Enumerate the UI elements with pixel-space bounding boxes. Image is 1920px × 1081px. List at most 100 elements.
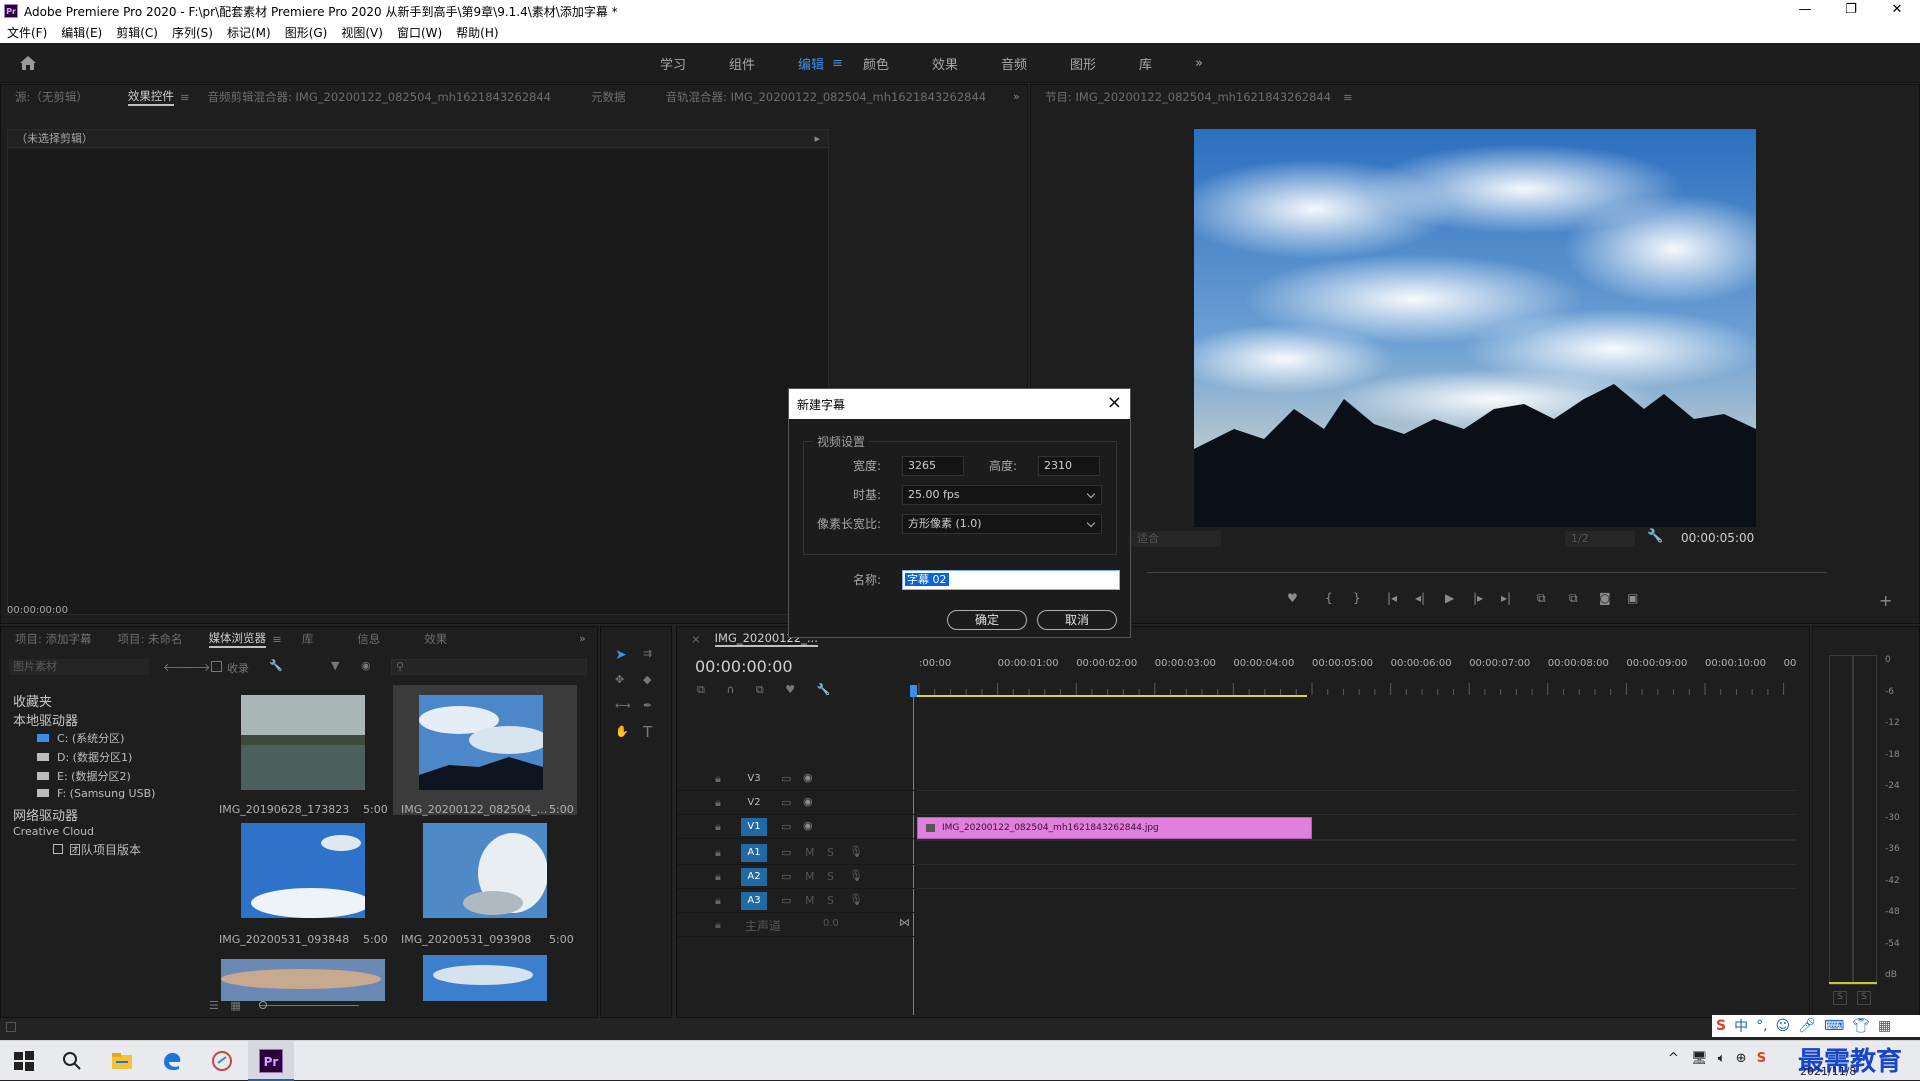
hand-tool-icon[interactable]: ✋ xyxy=(615,725,629,738)
menu-file[interactable]: 文件(F) xyxy=(0,24,54,41)
solo-right-button[interactable]: S xyxy=(1857,991,1871,1005)
extract-icon[interactable]: ⧉ xyxy=(1569,591,1578,606)
program-menu-icon[interactable]: ≡ xyxy=(1343,90,1353,104)
tray-expand-icon[interactable]: ^ xyxy=(1668,1051,1679,1066)
menu-clip[interactable]: 剪辑(C) xyxy=(109,24,165,41)
ripple-edit-tool-icon[interactable]: ✥ xyxy=(615,673,624,686)
mic-icon[interactable]: 🎙︎ xyxy=(849,845,863,858)
tree-item-drive-d[interactable]: D: (数据分区1) xyxy=(37,749,132,765)
name-input[interactable]: 字幕 02 xyxy=(902,570,1120,590)
track-name-v3[interactable]: V3 xyxy=(741,770,767,788)
paint-app-icon[interactable] xyxy=(210,1049,234,1073)
panel-menu-icon[interactable]: ≡ xyxy=(180,90,190,104)
folder-dropdown[interactable]: 图片素材 xyxy=(9,659,149,675)
workspace-menu-icon[interactable]: ≡ xyxy=(832,56,843,71)
workspace-tab-color[interactable]: 颜色 xyxy=(863,54,889,73)
workspace-tab-audio[interactable]: 音频 xyxy=(1001,54,1027,73)
solo-button[interactable]: S xyxy=(827,846,834,859)
add-button-icon[interactable]: + xyxy=(1879,591,1892,610)
tree-item-drive-f[interactable]: F: (Samsung USB) xyxy=(37,787,155,800)
media-thumb-2[interactable]: IMG_20200122_082504_... 5:00 xyxy=(393,685,577,816)
step-forward-icon[interactable]: |▸ xyxy=(1473,591,1483,605)
lock-icon[interactable]: 🔒︎ xyxy=(715,846,721,860)
file-explorer-icon[interactable] xyxy=(110,1049,134,1073)
tab-audio-track-mixer[interactable]: 音轨混合器: IMG_20200122_082504_mh16218432628… xyxy=(666,89,987,105)
go-to-in-icon[interactable]: |◂ xyxy=(1387,591,1397,605)
sync-lock-icon[interactable]: ▭ xyxy=(781,796,791,809)
go-to-out-icon[interactable]: ▸| xyxy=(1501,591,1511,605)
zoom-slider[interactable] xyxy=(259,1005,359,1006)
voice-icon[interactable]: 🎤︎ xyxy=(1798,1018,1816,1034)
step-back-icon[interactable]: ◂| xyxy=(1415,591,1425,605)
add-marker-timeline-icon[interactable]: ♥ xyxy=(785,683,795,696)
mic-icon[interactable]: 🎙︎ xyxy=(849,869,863,882)
menu-marker[interactable]: 标记(M) xyxy=(220,24,278,41)
tree-item-team-projects[interactable]: 团队项目版本 xyxy=(53,841,141,858)
sogou-tray-icon[interactable]: S xyxy=(1757,1051,1766,1066)
tab-project-untitled[interactable]: 项目: 未命名 xyxy=(118,631,183,647)
sogou-icon[interactable]: S xyxy=(1716,1018,1726,1034)
mark-in-icon[interactable]: { xyxy=(1325,591,1333,605)
tab-info[interactable]: 信息 xyxy=(357,631,380,647)
program-timecode[interactable]: 00:00:05:00 xyxy=(1681,531,1754,545)
timeline-timecode[interactable]: 00:00:00:00 xyxy=(695,657,793,676)
type-tool-icon[interactable]: T xyxy=(643,723,652,741)
menu-window[interactable]: 窗口(W) xyxy=(390,24,449,41)
snap-icon[interactable]: ∩ xyxy=(726,683,734,696)
nest-icon[interactable]: ⧉ xyxy=(697,683,705,696)
maximize-button[interactable]: ❐ xyxy=(1828,0,1874,22)
sync-lock-icon[interactable]: ▭ xyxy=(781,894,791,907)
timebase-select[interactable]: 25.00 fps xyxy=(902,485,1102,505)
list-view-icon[interactable]: ☰ xyxy=(209,999,219,1012)
track-select-tool-icon[interactable]: ⇉ xyxy=(643,647,652,660)
solo-button[interactable]: S xyxy=(827,894,834,907)
lock-icon[interactable]: 🔒︎ xyxy=(715,820,721,834)
emoji-icon[interactable]: ☺ xyxy=(1776,1018,1791,1034)
media-thumb-3[interactable]: IMG_20200531_093848 5:00 xyxy=(211,819,391,949)
source-more-icon[interactable]: » xyxy=(1013,90,1020,103)
timeline-settings-icon[interactable]: 🔧 xyxy=(817,683,831,696)
tree-item-drive-e[interactable]: E: (数据分区2) xyxy=(37,768,131,784)
search-input[interactable]: ⚲ xyxy=(391,659,587,675)
ok-button[interactable]: 确定 xyxy=(947,610,1027,630)
ime-mode[interactable]: 中 xyxy=(1734,1016,1748,1036)
eye-icon[interactable]: ◉ xyxy=(803,795,813,808)
volume-icon[interactable]: 🔈︎ xyxy=(1718,1051,1726,1066)
track-name-a2[interactable]: A2 xyxy=(741,868,767,886)
eye-icon[interactable]: ◉ xyxy=(803,771,813,784)
eye-icon[interactable]: ◉ xyxy=(803,819,813,832)
time-ruler[interactable]: :00:00 00:00:01:00 00:00:02:00 00:00:03:00 0… xyxy=(917,653,1847,701)
resolution-dropdown[interactable]: 1/2 xyxy=(1565,531,1635,547)
tab-source[interactable]: 源:（无剪辑） xyxy=(15,89,88,105)
slip-tool-icon[interactable]: ⟷ xyxy=(615,699,631,712)
windows-start-icon[interactable] xyxy=(12,1049,36,1073)
tree-item-favorites[interactable]: 收藏夹 xyxy=(13,691,52,710)
settings-wrench-icon[interactable]: 🔧 xyxy=(269,659,283,672)
workspace-tab-learning[interactable]: 学习 xyxy=(660,54,686,73)
zoom-slider-handle[interactable] xyxy=(259,1001,267,1009)
pen-tool-icon[interactable]: ✒ xyxy=(643,699,652,712)
lock-icon[interactable]: 🔒︎ xyxy=(715,796,721,810)
network-icon[interactable]: 🖥︎ xyxy=(1691,1051,1708,1066)
media-browser-menu-icon[interactable]: ≡ xyxy=(272,632,282,646)
filter-icon[interactable]: ▼ xyxy=(331,659,339,672)
media-thumb-4[interactable]: IMG_20200531_093908 5:00 xyxy=(393,819,577,949)
sync-lock-icon[interactable]: ▭ xyxy=(781,870,791,883)
workspace-tab-effects[interactable]: 效果 xyxy=(932,54,958,73)
mic-icon[interactable]: 🎙︎ xyxy=(849,893,863,906)
playhead-handle[interactable] xyxy=(910,685,917,697)
tab-audio-clip-mixer[interactable]: 音频剪辑混合器: IMG_20200122_082504_mh162184326… xyxy=(208,89,552,105)
tab-effect-controls[interactable]: 效果控件 xyxy=(127,88,174,106)
mute-button[interactable]: M xyxy=(805,870,815,883)
search-icon[interactable] xyxy=(60,1049,84,1073)
tree-item-network-drives[interactable]: 网络驱动器 xyxy=(13,805,78,824)
menu-edit[interactable]: 编辑(E) xyxy=(54,24,109,41)
media-thumb-1[interactable]: IMG_20190628_173823 5:00 xyxy=(211,687,391,817)
workspace-tab-assembly[interactable]: 组件 xyxy=(729,54,755,73)
track-name-a3[interactable]: A3 xyxy=(741,892,767,910)
icon-view-icon[interactable]: ▦ xyxy=(230,999,240,1012)
menu-graphics[interactable]: 图形(G) xyxy=(278,24,335,41)
menu-sequence[interactable]: 序列(S) xyxy=(165,24,220,41)
track-name-v2[interactable]: V2 xyxy=(741,794,767,812)
height-input[interactable]: 2310 xyxy=(1038,456,1100,476)
